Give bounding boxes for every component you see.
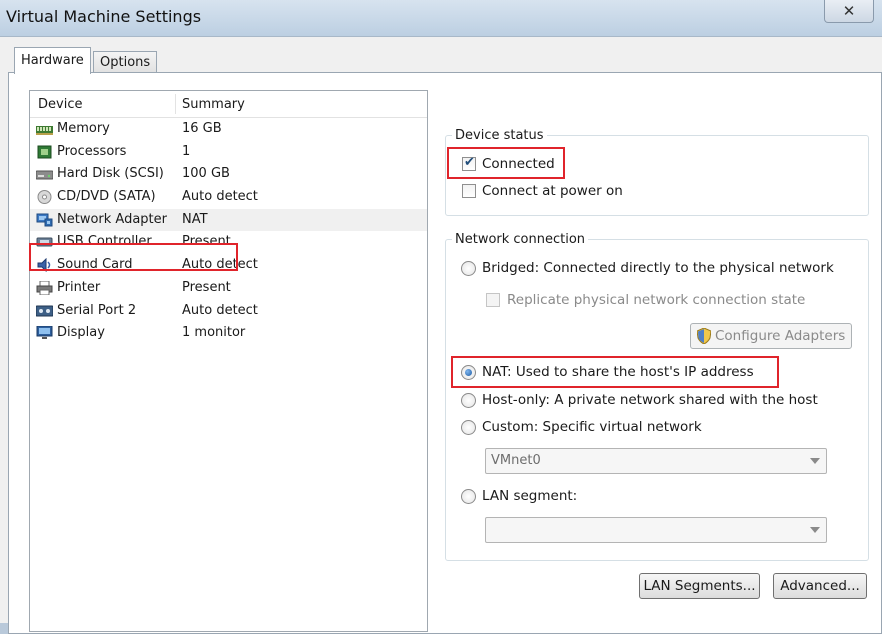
device-row-serial-port[interactable]: Serial Port 2 Auto detect xyxy=(30,300,427,323)
device-summary: Auto detect xyxy=(182,302,258,318)
highlight-nat xyxy=(451,356,779,388)
tab-options[interactable]: Options xyxy=(93,51,158,73)
printer-icon xyxy=(36,280,53,295)
replicate-label[interactable]: Replicate physical network connection st… xyxy=(507,292,805,308)
device-name: Serial Port 2 xyxy=(57,302,137,318)
lan-segment-label[interactable]: LAN segment: xyxy=(482,488,577,504)
shield-icon xyxy=(697,328,711,344)
advanced-button[interactable]: Advanced... xyxy=(773,573,867,599)
custom-radio[interactable] xyxy=(461,420,476,435)
memory-icon xyxy=(36,126,53,135)
serial-port-icon xyxy=(36,305,53,316)
hardware-tab-panel: Device Summary Memory 16 GB Processors 1… xyxy=(8,72,882,634)
device-row-processors[interactable]: Processors 1 xyxy=(30,141,427,164)
connect-at-power-on-label[interactable]: Connect at power on xyxy=(482,183,623,199)
host-only-label[interactable]: Host-only: A private network shared with… xyxy=(482,392,818,408)
processor-icon xyxy=(37,145,52,159)
configure-adapters-button[interactable]: Configure Adapters xyxy=(690,323,852,349)
column-header-summary[interactable]: Summary xyxy=(182,97,245,112)
close-button[interactable]: ✕ xyxy=(824,0,874,23)
device-name: Printer xyxy=(57,279,101,295)
device-row-cd-dvd[interactable]: CD/DVD (SATA) Auto detect xyxy=(30,186,427,209)
tab-hardware[interactable]: Hardware xyxy=(14,47,91,74)
connect-at-power-on-checkbox[interactable] xyxy=(462,184,476,198)
device-name: Network Adapter xyxy=(57,211,167,227)
chevron-down-icon xyxy=(810,458,820,464)
device-summary: Present xyxy=(182,279,231,295)
chevron-down-icon xyxy=(810,527,820,533)
configure-adapters-label: Configure Adapters xyxy=(715,328,846,344)
host-only-radio[interactable] xyxy=(461,393,476,408)
device-row-display[interactable]: Display 1 monitor xyxy=(30,322,427,345)
hard-disk-icon xyxy=(36,170,53,180)
device-name: CD/DVD (SATA) xyxy=(57,189,156,205)
column-separator[interactable] xyxy=(175,94,176,114)
window-title: Virtual Machine Settings xyxy=(6,7,202,26)
network-adapter-icon xyxy=(36,213,53,227)
device-summary: NAT xyxy=(182,211,208,227)
highlight-network-adapter xyxy=(29,243,238,271)
device-status-legend: Device status xyxy=(455,128,544,143)
device-summary: 16 GB xyxy=(182,121,222,136)
network-connection-legend: Network connection xyxy=(455,232,586,247)
device-list-header: Device Summary xyxy=(30,91,427,118)
highlight-connected xyxy=(447,147,565,179)
custom-network-select[interactable]: VMnet0 xyxy=(485,448,827,474)
device-name: Memory xyxy=(57,121,110,136)
dialog-body: Hardware Options Device Summary Memory 1… xyxy=(0,36,882,634)
replicate-checkbox[interactable] xyxy=(486,293,500,307)
cd-dvd-icon xyxy=(37,190,52,205)
device-row-network-adapter[interactable]: Network Adapter NAT xyxy=(30,208,427,232)
device-summary: 1 monitor xyxy=(182,325,246,341)
device-name: Processors xyxy=(57,143,127,159)
device-row-hard-disk[interactable]: Hard Disk (SCSI) 100 GB xyxy=(30,163,427,186)
bridged-radio[interactable] xyxy=(461,261,476,276)
lan-segments-button[interactable]: LAN Segments... xyxy=(639,573,760,599)
display-icon xyxy=(36,326,53,340)
custom-network-value: VMnet0 xyxy=(491,453,541,468)
device-summary: 100 GB xyxy=(182,166,230,182)
device-summary: 1 xyxy=(182,143,191,159)
bridged-label[interactable]: Bridged: Connected directly to the physi… xyxy=(482,260,834,276)
device-name: Hard Disk (SCSI) xyxy=(57,166,164,182)
title-bar: Virtual Machine Settings ✕ xyxy=(0,0,882,36)
lan-segment-radio[interactable] xyxy=(461,489,476,504)
device-summary: Auto detect xyxy=(182,189,258,205)
device-name: Display xyxy=(57,325,105,341)
device-row-memory[interactable]: Memory 16 GB xyxy=(30,118,427,141)
custom-label[interactable]: Custom: Specific virtual network xyxy=(482,419,702,435)
device-row-printer[interactable]: Printer Present xyxy=(30,277,427,300)
column-header-device[interactable]: Device xyxy=(38,97,82,112)
lan-segment-select[interactable] xyxy=(485,517,827,543)
device-list[interactable]: Device Summary Memory 16 GB Processors 1… xyxy=(29,90,428,632)
